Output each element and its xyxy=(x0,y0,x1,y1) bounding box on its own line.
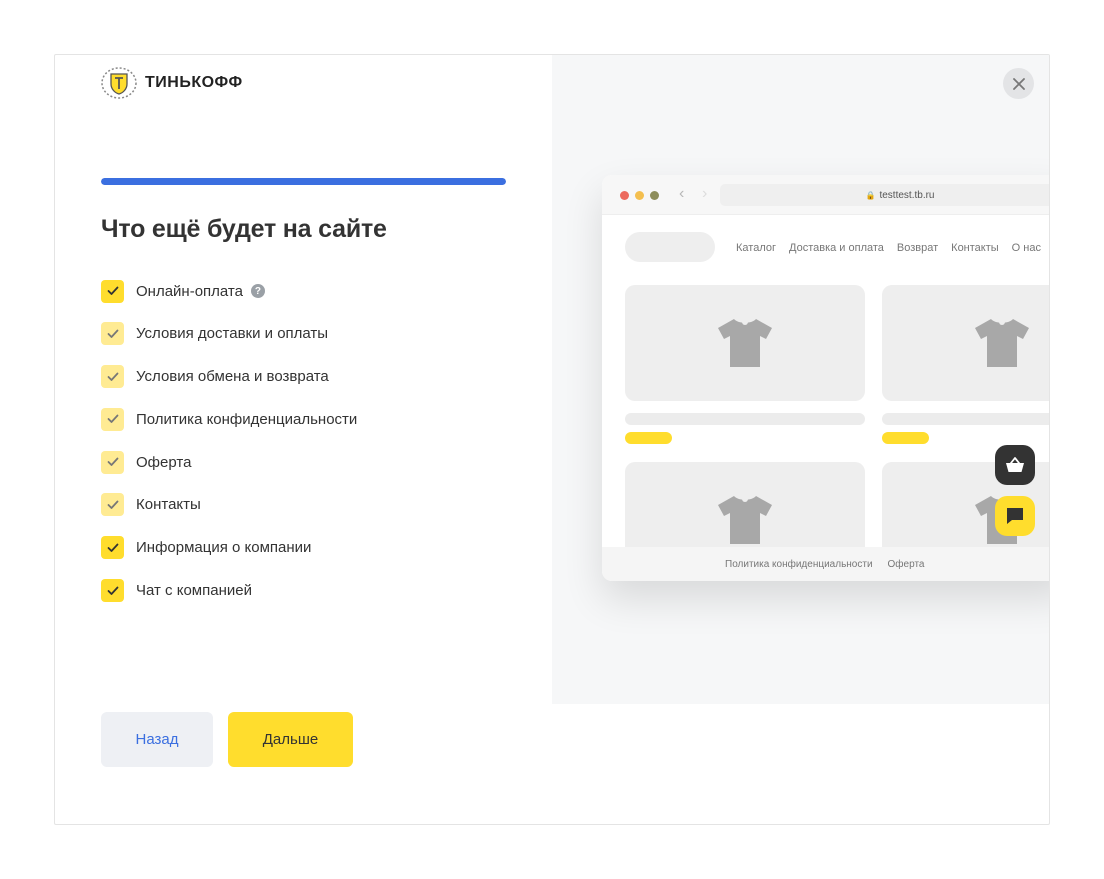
checkmark-icon xyxy=(107,414,118,424)
lock-icon: 🔒 xyxy=(865,190,876,200)
checkbox xyxy=(101,407,124,431)
close-button[interactable] xyxy=(1003,68,1034,99)
forward-arrow-icon: › xyxy=(702,185,708,202)
product-title-placeholder xyxy=(625,413,865,425)
checklist-item-label: Условия обмена и возврата xyxy=(136,368,329,386)
checkmark-icon xyxy=(107,286,118,295)
product-title-placeholder xyxy=(882,413,1049,425)
checklist-item-label: Контакты xyxy=(136,496,201,514)
progress-bar-fill xyxy=(101,178,506,185)
checklist-item: Условия обмена и возврата xyxy=(101,365,357,389)
checkmark-icon xyxy=(107,457,118,467)
chat-icon xyxy=(1007,508,1023,524)
page-title: Что ещё будет на сайте xyxy=(101,215,387,243)
checklist-item: Оферта xyxy=(101,450,357,474)
browser-toolbar: ‹ › 🔒 testtest.tb.ru xyxy=(602,175,1049,215)
tshirt-icon xyxy=(975,319,1029,367)
preview-footer-link: Политика конфиденциальности xyxy=(725,558,873,570)
close-icon xyxy=(1012,77,1025,90)
checkmark-icon xyxy=(107,543,118,552)
checklist-item-label: Условия доставки и оплаты xyxy=(136,325,329,343)
checklist-item: Условия доставки и оплаты xyxy=(101,322,357,346)
back-arrow-icon: ‹ xyxy=(679,185,685,202)
window-maximize-dot xyxy=(650,191,659,200)
checkbox xyxy=(101,450,124,474)
product-card-image xyxy=(625,285,865,401)
preview-menu-item: Возврат xyxy=(896,242,939,254)
checkmark-icon xyxy=(107,329,118,338)
checkbox[interactable] xyxy=(101,279,124,303)
checklist-item: Политика конфиденциальности xyxy=(101,407,357,431)
checkmark-icon xyxy=(107,500,118,509)
settings-panel: ТИНЬКОФФ Что ещё будет на сайте Онлайн-о… xyxy=(55,55,552,824)
checklist-item-label: Политика конфиденциальности xyxy=(136,410,358,428)
product-card-image xyxy=(882,285,1049,401)
checklist-item-label: Онлайн-оплата xyxy=(136,282,243,300)
checklist-item-label: Чат с компанией xyxy=(136,582,252,600)
feature-checklist: Онлайн-оплата? Условия доставки и оплаты У… xyxy=(101,279,357,621)
checkbox[interactable] xyxy=(101,536,124,560)
checklist-item: Контакты xyxy=(101,493,357,517)
preview-menu-item: Контакты xyxy=(951,242,999,254)
preview-menu-item: Каталог xyxy=(736,242,776,254)
progress-bar xyxy=(101,178,506,185)
window-close-dot xyxy=(620,191,629,200)
wizard-dialog: ТИНЬКОФФ Что ещё будет на сайте Онлайн-о… xyxy=(54,54,1050,825)
checklist-item-label: Оферта xyxy=(136,453,192,471)
checklist-item[interactable]: Чат с компанией xyxy=(101,579,357,603)
basket-icon xyxy=(1006,457,1024,472)
back-button[interactable]: Назад xyxy=(101,712,213,767)
checkbox xyxy=(101,322,124,346)
site-preview-panel: ‹ › 🔒 testtest.tb.ru Каталог Доставка и … xyxy=(552,55,1049,704)
brand-logo: ТИНЬКОФФ xyxy=(101,67,243,99)
next-button[interactable]: Дальше xyxy=(228,712,353,767)
checklist-item[interactable]: Информация о компании xyxy=(101,536,357,560)
preview-menu-item: Доставка и оплата xyxy=(789,242,884,254)
preview-footer: Политика конфиденциальности Оферта xyxy=(602,547,1049,581)
preview-nav-menu: Каталог Доставка и оплата Возврат Контак… xyxy=(736,242,1041,254)
product-price-placeholder xyxy=(625,432,672,444)
tinkoff-emblem-icon xyxy=(101,67,137,99)
tshirt-icon xyxy=(718,319,772,367)
preview-footer-link: Оферта xyxy=(887,558,925,570)
window-minimize-dot xyxy=(635,191,644,200)
preview-menu-item: О нас xyxy=(1011,242,1041,254)
checkbox xyxy=(101,365,124,389)
help-icon[interactable]: ? xyxy=(250,284,265,298)
brand-name: ТИНЬКОФФ xyxy=(145,74,243,91)
browser-mockup: ‹ › 🔒 testtest.tb.ru Каталог Доставка и … xyxy=(602,175,1049,581)
basket-button xyxy=(995,445,1035,485)
checklist-item[interactable]: Онлайн-оплата? xyxy=(101,279,357,303)
preview-logo-placeholder xyxy=(625,232,715,262)
chat-button xyxy=(995,496,1035,536)
checklist-item-label: Информация о компании xyxy=(136,539,312,557)
url-text: testtest.tb.ru xyxy=(879,189,935,201)
checkbox xyxy=(101,493,124,517)
checkbox[interactable] xyxy=(101,579,124,603)
checkmark-icon xyxy=(107,586,118,595)
checkmark-icon xyxy=(107,372,118,381)
product-price-placeholder xyxy=(882,432,929,444)
address-bar: 🔒 testtest.tb.ru xyxy=(720,184,1049,206)
tshirt-icon xyxy=(718,496,772,544)
